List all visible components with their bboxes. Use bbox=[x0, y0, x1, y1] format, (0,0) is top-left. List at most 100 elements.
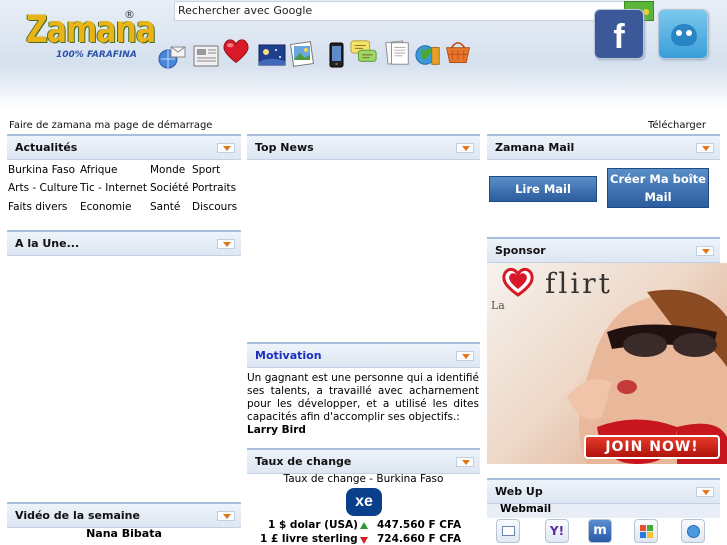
webmail-bar: Webmail bbox=[487, 503, 720, 518]
taux-panel: Taux de change Taux de change - Burkina … bbox=[247, 448, 480, 545]
twitter-bird-eye-right bbox=[686, 30, 692, 36]
create-mailbox-label-line2: Mail bbox=[644, 190, 672, 204]
video-header: Vidéo de la semaine bbox=[7, 502, 241, 528]
nav-link-economie[interactable]: Economie bbox=[80, 201, 132, 213]
zamana-mail-dropdown-icon[interactable] bbox=[696, 143, 714, 153]
create-mailbox-label-line1: Créer Ma boîte bbox=[610, 172, 706, 186]
a-la-une-title: A la Une... bbox=[15, 237, 80, 250]
taux-dropdown-icon[interactable] bbox=[456, 457, 474, 467]
video-subtitle[interactable]: Nana Bibata bbox=[7, 527, 241, 540]
world-tools-icon[interactable] bbox=[414, 40, 442, 70]
sponsor-dropdown-icon[interactable] bbox=[696, 246, 714, 256]
video-dropdown-icon[interactable] bbox=[217, 511, 235, 521]
a-la-une-panel: A la Une... bbox=[7, 230, 241, 486]
nav-link-discours[interactable]: Discours bbox=[192, 201, 237, 213]
night-sky-icon[interactable] bbox=[258, 40, 286, 70]
actualites-dropdown-icon[interactable] bbox=[217, 143, 235, 153]
motivation-dropdown-icon[interactable] bbox=[456, 351, 474, 361]
top-news-body bbox=[247, 160, 480, 326]
shopping-basket-icon[interactable] bbox=[444, 36, 472, 66]
twitter-bird-shape bbox=[671, 24, 697, 46]
yahoo-icon[interactable]: Y! bbox=[545, 519, 569, 543]
video-panel: Vidéo de la semaine Nana Bibata bbox=[7, 502, 241, 545]
webup-body: Webmail Y! m bbox=[487, 503, 720, 545]
actualites-title: Actualités bbox=[15, 141, 78, 154]
zamana-mail-body: Lire Mail Créer Ma boîte Mail bbox=[487, 160, 720, 218]
rate-label-usd: 1 $ dolar (USA) bbox=[268, 519, 358, 531]
globe-mail-icon[interactable] bbox=[158, 42, 186, 72]
twitter-icon[interactable] bbox=[658, 9, 708, 59]
facebook-icon[interactable]: f bbox=[594, 9, 644, 59]
chat-bubbles-icon[interactable] bbox=[350, 38, 378, 68]
zamana-mail-panel: Zamana Mail Lire Mail Créer Ma boîte Mai… bbox=[487, 134, 720, 218]
msn-icon[interactable]: m bbox=[588, 519, 612, 543]
ad-join-button[interactable]: JOIN NOW! bbox=[584, 435, 720, 459]
motivation-quote-block: Un gagnant est une personne qui a identi… bbox=[247, 372, 479, 437]
rate-up-icon bbox=[360, 522, 368, 529]
taux-subtitle: Taux de change - Burkina Faso bbox=[283, 473, 444, 485]
nav-link-tic-internet[interactable]: Tic - Internet bbox=[80, 182, 147, 194]
photos-icon[interactable] bbox=[288, 40, 316, 70]
phone-icon[interactable] bbox=[322, 40, 350, 70]
top-news-dropdown-icon[interactable] bbox=[456, 143, 474, 153]
quick-access-icons bbox=[158, 36, 480, 70]
actualites-header: Actualités bbox=[7, 134, 241, 160]
top-news-header: Top News bbox=[247, 134, 480, 160]
top-news-title: Top News bbox=[255, 141, 314, 154]
a-la-une-dropdown-icon[interactable] bbox=[217, 239, 235, 249]
motivation-author: Larry Bird bbox=[247, 424, 306, 436]
nav-link-portraits[interactable]: Portraits bbox=[192, 182, 236, 194]
webup-panel: Web Up Webmail Y! m bbox=[487, 478, 720, 545]
logo[interactable]: Zamana ® 100% FARAFINA bbox=[26, 8, 156, 60]
create-mailbox-button[interactable]: Créer Ma boîte Mail bbox=[607, 168, 709, 208]
logo-registered-mark: ® bbox=[124, 8, 135, 21]
motivation-quote: Un gagnant est une personne qui a identi… bbox=[247, 372, 479, 423]
heart-icon[interactable] bbox=[222, 36, 250, 66]
search-input[interactable]: Rechercher avec Google bbox=[174, 1, 626, 21]
webmail-globe-icon[interactable] bbox=[681, 519, 705, 543]
nav-link-sport[interactable]: Sport bbox=[192, 164, 220, 176]
xe-logo[interactable]: xe bbox=[346, 488, 382, 516]
taux-body: Taux de change - Burkina Faso xe 1 $ dol… bbox=[247, 473, 480, 545]
read-mail-button[interactable]: Lire Mail bbox=[489, 176, 597, 202]
webup-title: Web Up bbox=[495, 485, 543, 498]
windows-icon[interactable] bbox=[634, 519, 658, 543]
nav-link-societe[interactable]: Société bbox=[150, 182, 189, 194]
download-link[interactable]: Télécharger bbox=[648, 120, 706, 131]
mail-icon[interactable] bbox=[496, 519, 520, 543]
motivation-title: Motivation bbox=[255, 349, 322, 362]
video-body: Nana Bibata bbox=[7, 527, 241, 545]
set-homepage-link[interactable]: Faire de zamana ma page de démarrage bbox=[9, 120, 212, 131]
webup-dropdown-icon[interactable] bbox=[696, 487, 714, 497]
nav-link-sante[interactable]: Santé bbox=[150, 201, 180, 213]
a-la-une-body bbox=[7, 256, 241, 486]
documents-icon[interactable] bbox=[384, 38, 412, 68]
actualites-panel: Actualités Burkina Faso Afrique Monde Sp… bbox=[7, 134, 241, 218]
motivation-panel: Motivation Un gagnant est une personne q… bbox=[247, 342, 480, 437]
zamana-mail-title: Zamana Mail bbox=[495, 141, 575, 154]
logo-text: Zamana bbox=[26, 8, 156, 52]
ad-prefix: La bbox=[491, 299, 505, 312]
header: Zamana ® 100% FARAFINA Rechercher avec G… bbox=[0, 0, 727, 108]
sponsor-panel: Sponsor flirt La JOIN NOW! bbox=[487, 237, 727, 464]
nav-link-afrique[interactable]: Afrique bbox=[80, 164, 118, 176]
rate-label-gbp: 1 £ livre sterling bbox=[260, 533, 358, 545]
nav-link-burkina-faso[interactable]: Burkina Faso bbox=[8, 164, 75, 176]
nav-link-monde[interactable]: Monde bbox=[150, 164, 185, 176]
taux-header: Taux de change bbox=[247, 448, 480, 474]
nav-link-faits-divers[interactable]: Faits divers bbox=[8, 201, 67, 213]
rate-value-usd: 447.560 F CFA bbox=[377, 519, 462, 531]
sponsor-ad-banner[interactable]: flirt La JOIN NOW! bbox=[487, 263, 727, 464]
taux-title: Taux de change bbox=[255, 455, 352, 468]
video-title: Vidéo de la semaine bbox=[15, 509, 140, 522]
zamana-mail-header: Zamana Mail bbox=[487, 134, 720, 160]
motivation-header: Motivation bbox=[247, 342, 480, 368]
a-la-une-header: A la Une... bbox=[7, 230, 241, 256]
actualites-body: Burkina Faso Afrique Monde Sport Arts - … bbox=[7, 160, 241, 218]
rate-down-icon bbox=[360, 537, 368, 544]
nav-link-arts-culture[interactable]: Arts - Culture bbox=[8, 182, 78, 194]
rate-value-gbp: 724.660 F CFA bbox=[377, 533, 462, 545]
webmail-icons: Y! m bbox=[487, 519, 720, 545]
newspaper-icon[interactable] bbox=[192, 40, 220, 70]
twitter-bird-eye-left bbox=[676, 30, 682, 36]
